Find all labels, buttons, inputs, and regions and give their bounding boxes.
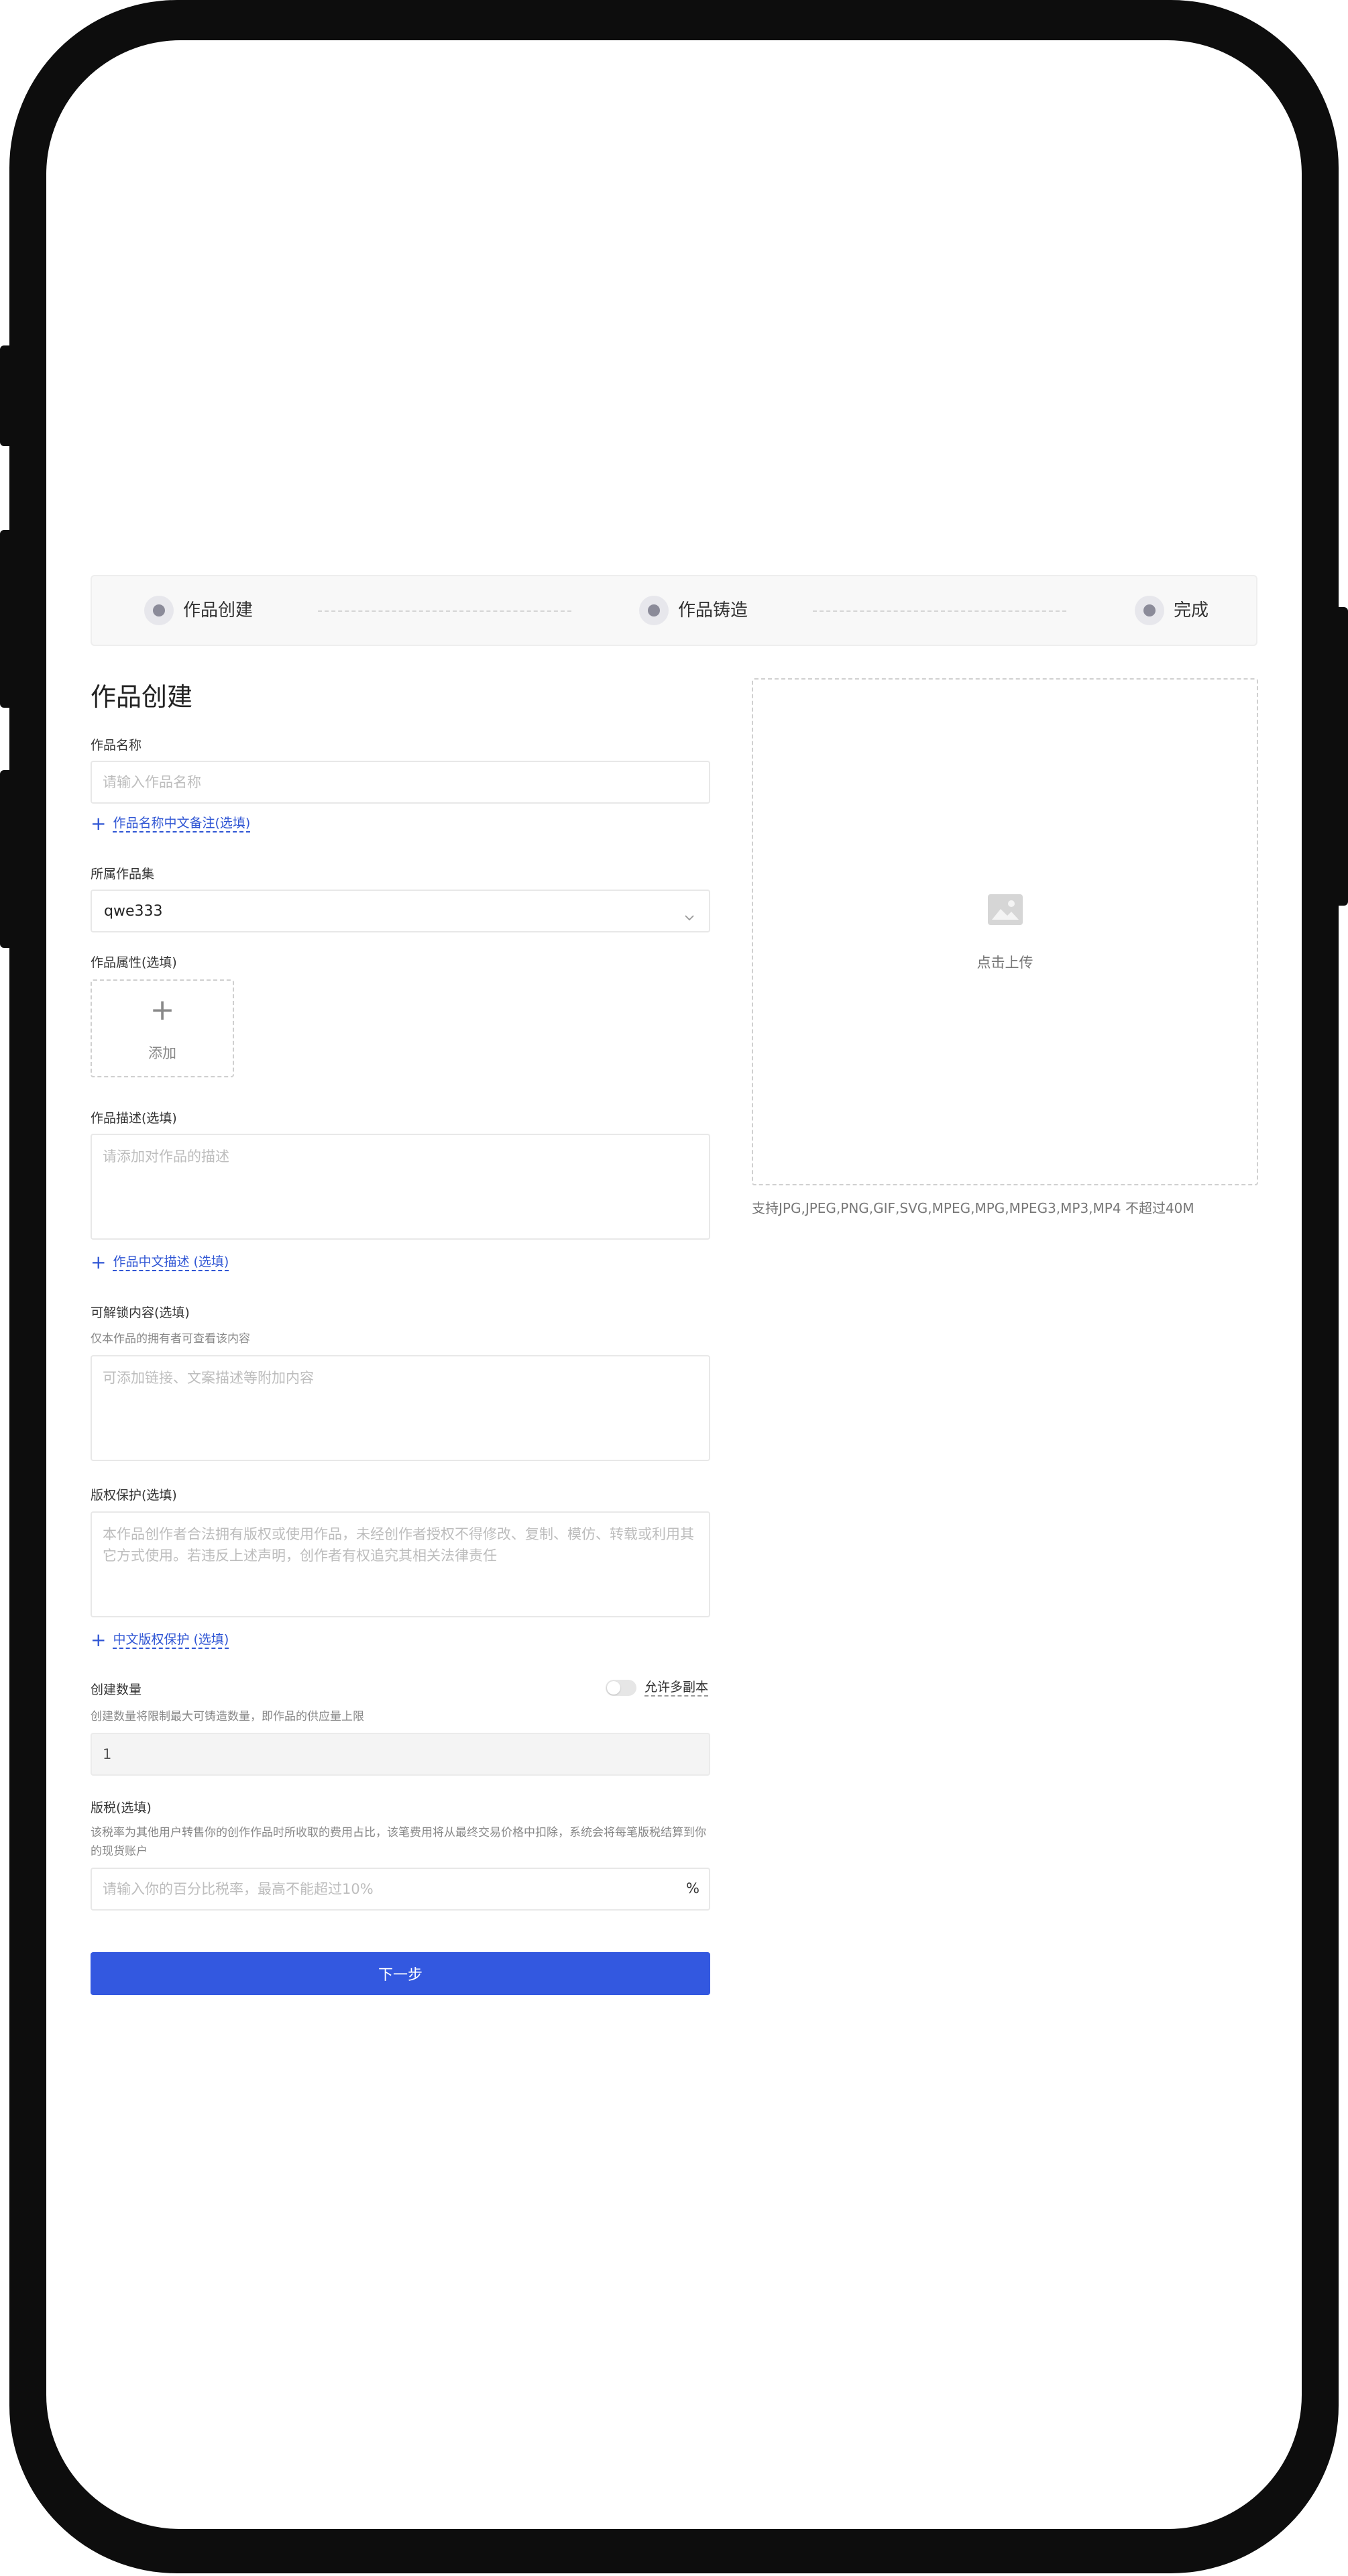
copyright-textarea[interactable]: [91, 1511, 710, 1617]
upload-hint: 支持JPG,JPEG,PNG,GIF,SVG,MPEG,MPG,MPEG3,MP…: [752, 1200, 1194, 1216]
name-label: 作品名称: [91, 738, 142, 753]
add-attribute-button[interactable]: + 添加: [91, 979, 234, 1077]
unlockable-hint: 仅本作品的拥有者可查看该内容: [91, 1332, 250, 1346]
description-label: 作品描述(选填): [91, 1111, 177, 1126]
attributes-label: 作品属性(选填): [91, 955, 177, 970]
step-label: 完成: [1174, 600, 1209, 621]
plus-icon: +: [91, 812, 107, 835]
chevron-down-icon: [685, 908, 694, 925]
quantity-hint: 创建数量将限制最大可铸造数量，即作品的供应量上限: [91, 1710, 364, 1723]
step-label: 作品创建: [183, 600, 254, 621]
next-step-button[interactable]: 下一步: [91, 1952, 710, 1995]
plus-icon: +: [150, 993, 175, 1027]
phone-side-button: [0, 770, 13, 948]
step-indicator: [1135, 596, 1164, 625]
royalty-label: 版税(选填): [91, 1801, 152, 1815]
image-placeholder-icon: [988, 894, 1023, 925]
step-label: 作品铸造: [678, 600, 748, 621]
multi-copy-toggle[interactable]: [606, 1680, 636, 1696]
royalty-input[interactable]: [91, 1868, 710, 1911]
plus-icon: +: [91, 1251, 107, 1273]
name-cn-link[interactable]: + 作品名称中文备注(选填): [91, 812, 251, 835]
percent-suffix: %: [686, 1880, 699, 1896]
phone-side-button: [1335, 607, 1348, 906]
step-indicator: [639, 596, 669, 625]
quantity-input[interactable]: 1: [91, 1733, 710, 1776]
quantity-value: 1: [103, 1746, 112, 1762]
add-attribute-label: 添加: [148, 1045, 176, 1061]
phone-side-button: [0, 530, 13, 708]
upload-label: 点击上传: [976, 955, 1033, 971]
royalty-hint: 该税率为其他用户转售你的创作作品时所收取的费用占比，该笔费用将从最终交易价格中扣…: [91, 1826, 706, 1858]
progress-stepper: 作品创建 作品铸造 完成: [91, 575, 1257, 646]
description-cn-link[interactable]: + 作品中文描述 (选填): [91, 1251, 229, 1273]
collection-label: 所属作品集: [91, 867, 155, 881]
quantity-label: 创建数量: [91, 1682, 142, 1697]
copyright-cn-link[interactable]: + 中文版权保护 (选填): [91, 1629, 229, 1651]
step-indicator: [144, 596, 174, 625]
copyright-label: 版权保护(选填): [91, 1488, 177, 1503]
step-connector: [318, 610, 571, 612]
collection-selected-value: qwe333: [104, 902, 163, 920]
multi-copy-label: 允许多副本: [644, 1679, 709, 1697]
step-connector: [813, 610, 1066, 612]
collection-select[interactable]: qwe333: [91, 890, 710, 932]
unlockable-textarea[interactable]: [91, 1355, 710, 1461]
unlockable-label: 可解锁内容(选填): [91, 1305, 190, 1320]
upload-area[interactable]: 点击上传: [752, 678, 1258, 1185]
name-input[interactable]: [91, 761, 710, 804]
phone-screen: 作品创建 作品铸造 完成 作品创建 作品名称 + 作品名称中文备注(选填) 所属…: [46, 40, 1302, 2529]
page-title: 作品创建: [91, 682, 193, 712]
phone-side-button: [0, 345, 13, 446]
description-textarea[interactable]: [91, 1134, 710, 1240]
plus-icon: +: [91, 1629, 107, 1651]
